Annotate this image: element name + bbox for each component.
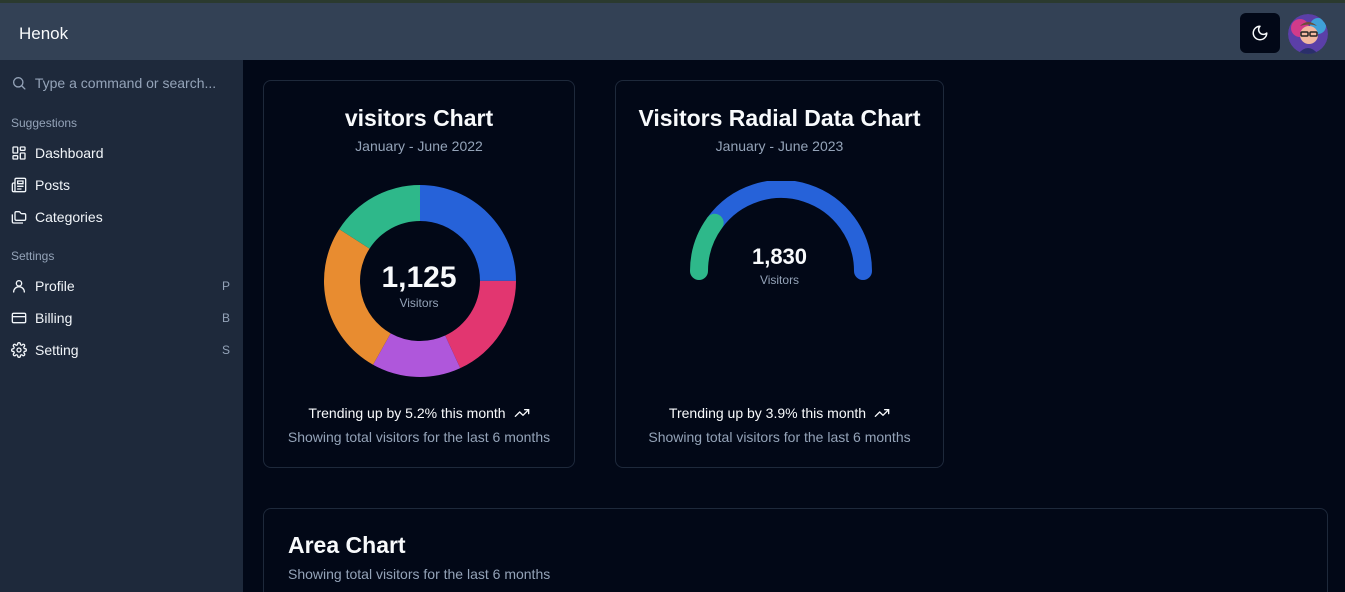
sidebar-item-label: Billing [35, 310, 73, 326]
search-input[interactable] [34, 75, 233, 91]
group-title-suggestions: Suggestions [11, 116, 78, 130]
sidebar-item-label: Categories [35, 209, 103, 225]
sidebar-item-dashboard[interactable]: Dashboard [0, 139, 243, 167]
area-chart-card: Area Chart Showing total visitors for th… [263, 508, 1328, 592]
trend-text: Trending up by 3.9% this month [668, 405, 867, 421]
shortcut-hint: B [221, 311, 230, 325]
top-bar: Henok [0, 0, 1345, 60]
sidebar-item-billing[interactable]: Billing B [0, 304, 243, 332]
radial-total-value: 1,830 [751, 244, 808, 269]
trend-line: Trending up by 3.9% this month [616, 405, 943, 421]
card-subtitle: January - June 2022 [355, 138, 483, 154]
card-footer: Showing total visitors for the last 6 mo… [648, 429, 911, 445]
trend-line: Trending up by 5.2% this month [264, 405, 574, 421]
trending-up-icon [874, 409, 890, 417]
sidebar-item-posts[interactable]: Posts [0, 171, 243, 199]
card-title: Area Chart [288, 532, 406, 558]
sidebar-item-label: Posts [35, 177, 71, 193]
user-icon [11, 278, 27, 294]
donut-total-value: 1,125 [381, 261, 457, 294]
sidebar-item-label: Setting [35, 342, 79, 358]
credit-card-icon [11, 310, 27, 326]
command-search[interactable] [11, 72, 233, 94]
sidebar-item-categories[interactable]: Categories [0, 203, 243, 231]
dashboard-icon [11, 145, 27, 161]
trend-text: Trending up by 5.2% this month [308, 405, 506, 421]
search-icon [12, 77, 26, 90]
avatar[interactable] [1288, 14, 1328, 54]
sidebar-item-label: Dashboard [35, 145, 104, 161]
brand-name[interactable]: Henok [19, 24, 68, 44]
newspaper-icon [11, 177, 27, 193]
sidebar-item-label: Profile [35, 278, 75, 294]
card-subtitle: Showing total visitors for the last 6 mo… [288, 566, 551, 582]
card-title: visitors Chart [344, 105, 494, 131]
shortcut-hint: S [221, 343, 230, 357]
group-title-settings: Settings [11, 249, 55, 263]
moon-icon [1252, 25, 1268, 41]
sidebar-item-setting[interactable]: Setting S [0, 336, 243, 364]
donut-total-label: Visitors [399, 296, 439, 310]
theme-toggle-button[interactable] [1240, 13, 1280, 53]
visitors-radial-card: Visitors Radial Data Chart January - Jun… [615, 80, 944, 468]
radial-total-label: Visitors [759, 273, 800, 287]
gear-icon [11, 342, 27, 358]
card-title: Visitors Radial Data Chart [638, 105, 921, 131]
command-sidebar: Suggestions Dashboard Posts Categories S… [0, 60, 243, 592]
card-footer: Showing total visitors for the last 6 mo… [287, 429, 551, 445]
folders-icon [11, 209, 27, 225]
visitors-pie-card: visitors Chart January - June 2022 1,125… [263, 80, 575, 468]
shortcut-hint: P [221, 279, 230, 293]
card-subtitle: January - June 2023 [715, 138, 844, 154]
trending-up-icon [514, 409, 529, 417]
sidebar-item-profile[interactable]: Profile P [0, 272, 243, 300]
